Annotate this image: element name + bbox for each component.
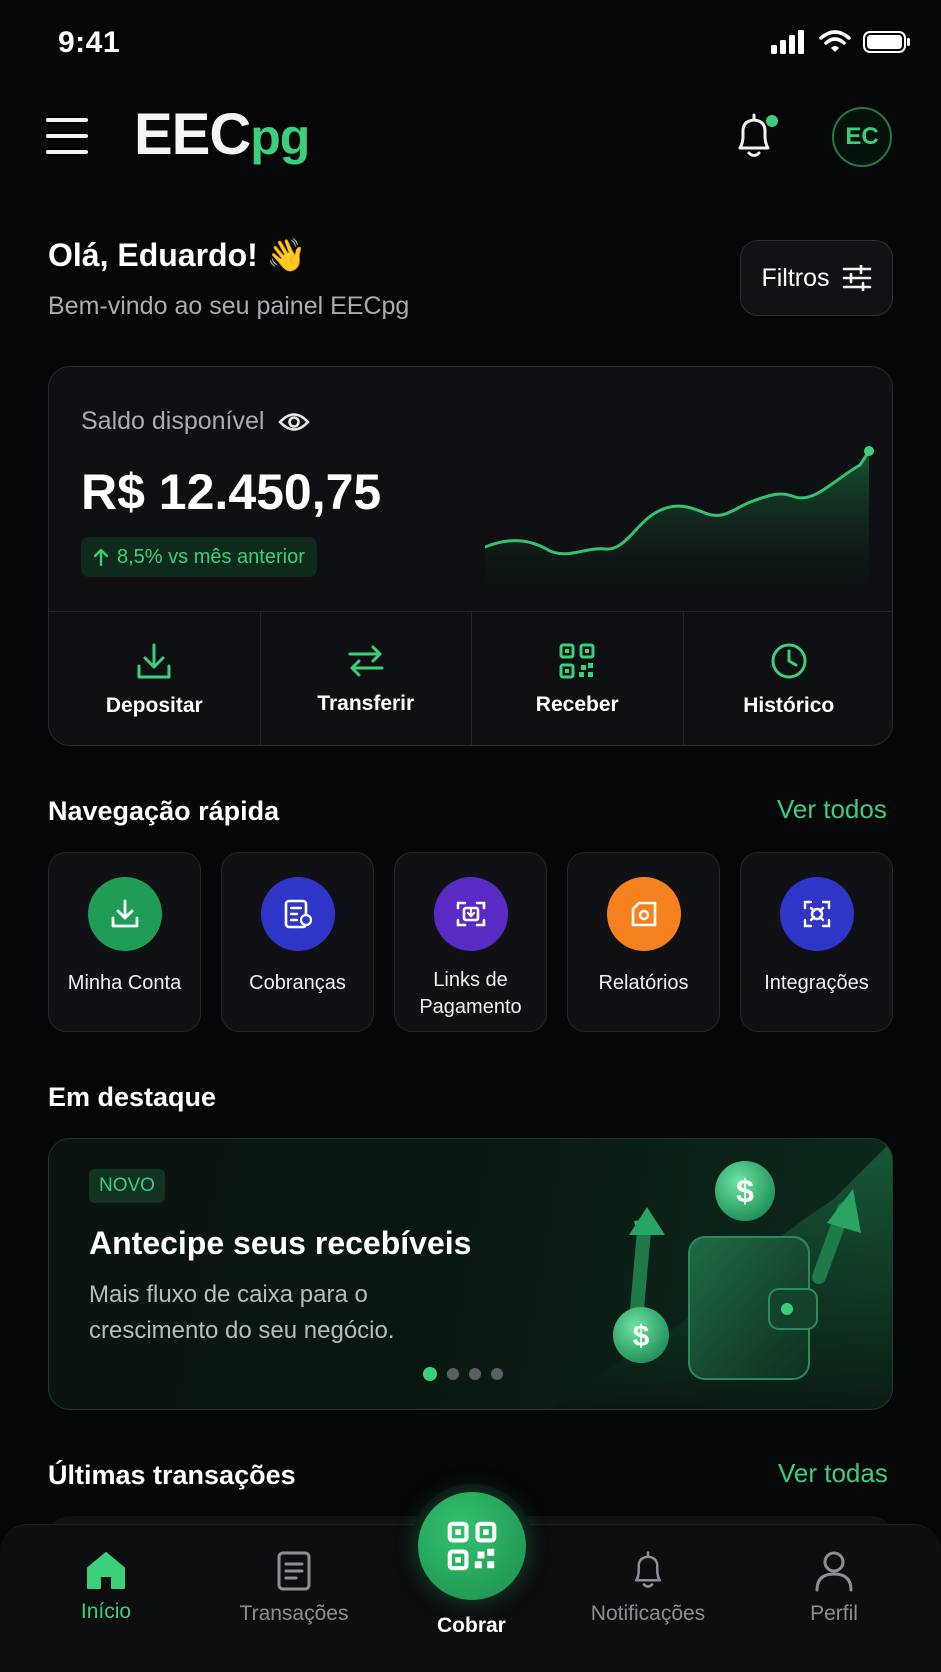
banner-heading: Antecipe seus recebíveis <box>89 1225 472 1261</box>
quick-nav-charges[interactable]: Cobranças <box>221 852 374 1032</box>
quick-nav-list: Minha Conta Cobranças Links de Pagamento… <box>48 852 893 1032</box>
carousel-dot[interactable] <box>469 1368 481 1380</box>
avatar[interactable]: EC <box>832 107 892 167</box>
menu-button[interactable] <box>46 118 88 154</box>
transfer-icon <box>348 645 384 676</box>
logo-main: EEC <box>134 102 251 167</box>
balance-change-badge: 8,5% vs mês anterior <box>81 537 317 577</box>
history-label: Histórico <box>743 693 835 717</box>
quick-nav-label: Cobranças <box>249 972 346 994</box>
history-button[interactable]: Histórico <box>684 612 893 745</box>
quick-nav-icon-bg <box>87 877 162 951</box>
carousel-dots <box>423 1367 503 1381</box>
carousel-dot[interactable] <box>447 1368 459 1380</box>
signal-icon <box>771 30 804 54</box>
notification-dot <box>766 115 778 127</box>
quick-nav-reports[interactable]: Relatórios <box>567 852 720 1032</box>
balance-value: R$ 12.450,75 <box>81 464 382 520</box>
nav-transactions-label: Transações <box>239 1602 349 1625</box>
download-icon <box>137 643 171 678</box>
transfer-label: Transferir <box>317 691 415 715</box>
quick-nav-integrations[interactable]: Integrações <box>740 852 893 1032</box>
quick-nav-icon-bg <box>779 877 854 951</box>
arrow-up-icon <box>93 548 109 566</box>
download-icon <box>111 899 138 928</box>
transfer-button[interactable]: Transferir <box>261 612 472 745</box>
see-all-link[interactable]: Ver todos <box>777 794 887 825</box>
receive-label: Receber <box>535 692 619 716</box>
nav-home[interactable]: Início <box>72 1550 140 1624</box>
greeting-title: Olá, Eduardo! 👋 <box>48 237 307 273</box>
status-icons <box>771 30 911 54</box>
quick-nav-icon-bg <box>433 877 508 951</box>
quick-nav-label: Integrações <box>764 972 869 994</box>
carousel-dot[interactable] <box>491 1368 503 1380</box>
balance-label: Saldo disponível <box>81 407 265 435</box>
integration-icon <box>803 900 830 928</box>
balance-change-text: 8,5% vs mês anterior <box>117 545 305 568</box>
nav-charge-label: Cobrar <box>437 1614 506 1637</box>
quick-nav-label: Relatórios <box>598 972 689 994</box>
qr-code-icon <box>559 643 595 678</box>
balance-card: Saldo disponível R$ 12.450,75 8,5% vs mê… <box>48 366 893 746</box>
report-icon <box>631 901 656 927</box>
svg-text:$: $ <box>736 1173 754 1209</box>
quick-nav-my-account[interactable]: Minha Conta <box>48 852 201 1032</box>
see-all-transactions-link[interactable]: Ver todas <box>778 1458 888 1489</box>
greeting-subtitle: Bem-vindo ao seu painel EECpg <box>48 292 410 320</box>
receive-button[interactable]: Receber <box>472 612 684 745</box>
app-logo: EECpg <box>134 106 310 165</box>
quick-nav-label: Links de Pagamento <box>419 969 522 1018</box>
clock-icon <box>771 643 807 678</box>
quick-nav-title: Navegação rápida <box>48 796 280 826</box>
nav-home-label: Início <box>80 1600 132 1623</box>
balance-actions: Depositar Transferir Receber Histórico <box>49 611 893 745</box>
quick-nav-icon-bg <box>260 877 335 951</box>
document-icon <box>277 1551 311 1591</box>
filters-label: Filtros <box>761 263 830 292</box>
qr-code-icon <box>447 1521 497 1571</box>
filters-button[interactable]: Filtros <box>740 240 893 316</box>
charge-qr-button[interactable] <box>418 1492 526 1600</box>
balance-sparkline <box>485 446 874 613</box>
quick-nav-label: Minha Conta <box>67 972 182 994</box>
nav-transactions[interactable]: Transações <box>234 1550 354 1626</box>
banner-text: Mais fluxo de caixa para o crescimento d… <box>89 1281 395 1344</box>
notification-bell-button[interactable] <box>732 112 780 164</box>
new-badge: NOVO <box>89 1169 165 1203</box>
nav-profile[interactable]: Perfil <box>806 1550 862 1626</box>
carousel-dot[interactable] <box>423 1367 437 1381</box>
nav-profile-label: Perfil <box>810 1602 858 1625</box>
user-icon <box>815 1551 853 1592</box>
sliders-icon <box>842 265 871 291</box>
svg-text:$: $ <box>633 1320 650 1353</box>
quick-nav-icon-bg <box>606 877 681 951</box>
bell-icon <box>634 1551 662 1588</box>
eye-icon[interactable] <box>278 411 311 433</box>
featured-title: Em destaque <box>48 1082 217 1112</box>
quick-nav-payment-links[interactable]: Links de Pagamento <box>394 852 547 1032</box>
nav-notifications[interactable]: Notificações <box>586 1550 710 1626</box>
battery-icon <box>863 31 910 53</box>
invoice-icon <box>284 899 312 929</box>
status-time: 9:41 <box>58 26 121 59</box>
deposit-button[interactable]: Depositar <box>49 612 261 745</box>
wifi-icon <box>819 30 851 52</box>
logo-sub: pg <box>250 109 310 165</box>
featured-banner[interactable]: $ $ NOVO Antecipe seus recebíveis Mais f… <box>48 1138 893 1410</box>
balance-label-row: Saldo disponível <box>81 407 311 436</box>
nav-notifications-label: Notificações <box>590 1602 706 1625</box>
transactions-title: Últimas transações <box>48 1460 296 1490</box>
home-icon <box>87 1552 125 1589</box>
payment-link-icon <box>456 901 485 927</box>
deposit-label: Depositar <box>105 693 203 717</box>
wallet-illustration: $ $ <box>551 1141 892 1409</box>
